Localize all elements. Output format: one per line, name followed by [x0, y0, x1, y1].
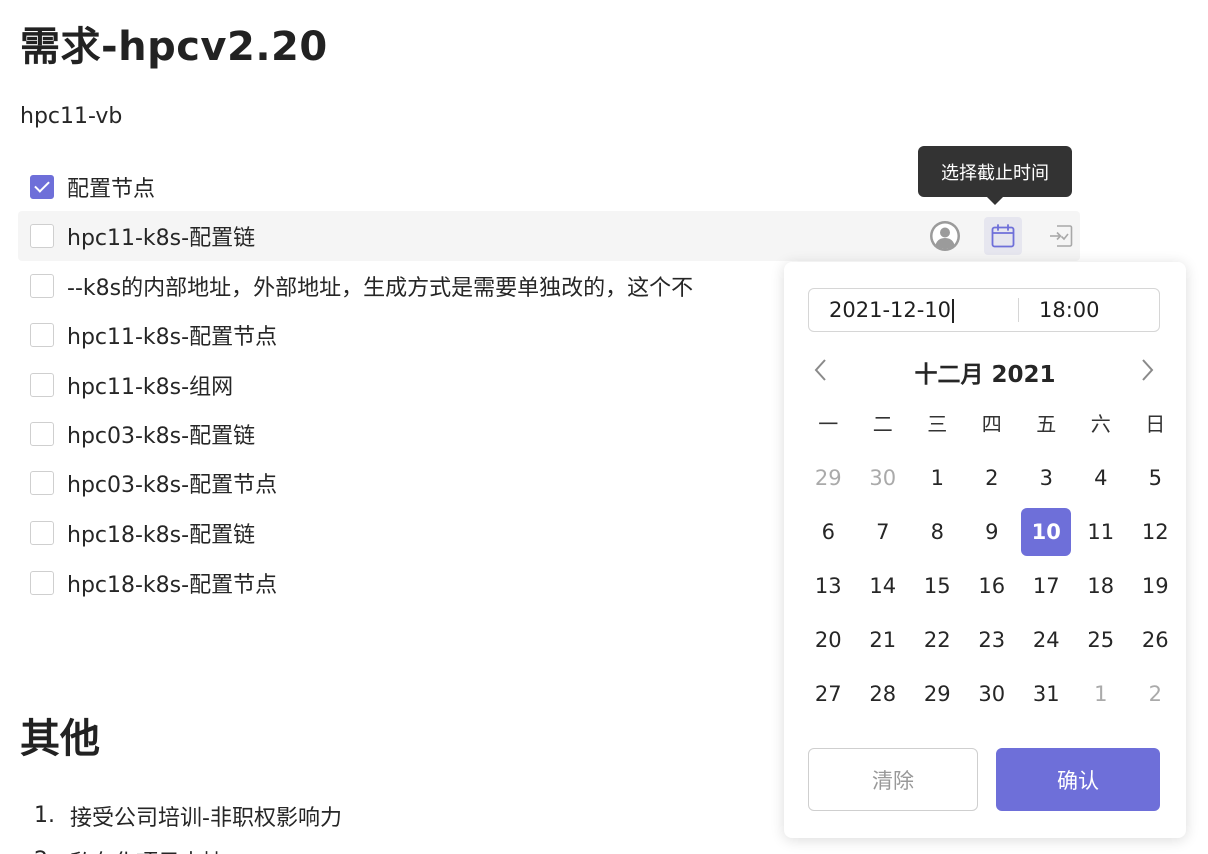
task-text: hpc11-k8s-组网 — [67, 375, 234, 400]
calendar-grid: 一二三四五六日 29 30 1 2 3 4 5 6 7 8 9 10 11 12 13 14 15 16 17 18 1… — [801, 397, 1183, 721]
date-input[interactable]: 2021-12-10 — [809, 298, 1019, 323]
list-text: 接受公司培训-非职权影响力 — [70, 805, 342, 831]
calendar-day[interactable]: 5 — [1128, 454, 1183, 502]
confirm-button[interactable]: 确认 — [996, 748, 1160, 811]
weekday-label: 三 — [927, 412, 948, 436]
calendar-week-row: 20 21 22 23 24 25 26 — [801, 613, 1183, 667]
list-item: 2. 私有化项目支持 — [34, 838, 342, 854]
weekday-label: 一 — [818, 412, 839, 436]
calendar-day[interactable]: 6 — [801, 508, 856, 556]
calendar-day[interactable]: 11 — [1074, 508, 1129, 556]
calendar-week-row: 27 28 29 30 31 1 2 — [801, 667, 1183, 721]
weekday-label: 四 — [981, 412, 1002, 436]
calendar-day-selected[interactable]: 10 — [1021, 508, 1072, 556]
calendar-day[interactable]: 4 — [1074, 454, 1129, 502]
weekday-label: 日 — [1145, 412, 1166, 436]
calendar-day[interactable]: 22 — [910, 616, 965, 664]
calendar-day[interactable]: 15 — [910, 562, 965, 610]
task-text: hpc18-k8s-配置链 — [67, 523, 256, 548]
clear-button[interactable]: 清除 — [808, 748, 978, 811]
task-checkbox[interactable] — [30, 373, 54, 397]
list-number: 2. — [34, 848, 70, 854]
calendar-day-outside-month[interactable]: 29 — [801, 454, 856, 502]
weekday-label: 二 — [872, 412, 893, 436]
datetime-input[interactable]: 2021-12-10 18:00 — [808, 288, 1160, 332]
task-checkbox[interactable] — [30, 521, 54, 545]
calendar-day[interactable]: 2 — [965, 454, 1020, 502]
task-text: 配置节点 — [67, 177, 156, 202]
task-checkbox[interactable] — [30, 274, 54, 298]
task-checkbox[interactable] — [30, 422, 54, 446]
calendar-day[interactable]: 16 — [965, 562, 1020, 610]
page-title: 需求-hpcv2.20 — [20, 24, 328, 70]
next-month-button[interactable] — [1134, 356, 1162, 384]
calendar-day[interactable]: 9 — [965, 508, 1020, 556]
month-title: 十二月 2021 — [914, 362, 1056, 388]
calendar-day-outside-month[interactable]: 2 — [1128, 670, 1183, 718]
task-checkbox-checked[interactable] — [30, 175, 54, 199]
weekday-label: 六 — [1090, 412, 1111, 436]
calendar-icon[interactable] — [984, 217, 1022, 255]
avatar-icon[interactable] — [926, 217, 964, 255]
task-text: hpc11-k8s-配置链 — [67, 226, 256, 251]
task-checkbox[interactable] — [30, 471, 54, 495]
time-input[interactable]: 18:00 — [1019, 298, 1100, 322]
calendar-day[interactable]: 17 — [1019, 562, 1074, 610]
calendar-day[interactable]: 19 — [1128, 562, 1183, 610]
ordered-list: 1. 接受公司培训-非职权影响力 2. 私有化项目支持 — [34, 793, 342, 854]
calendar-day[interactable]: 14 — [856, 562, 911, 610]
text-caret — [952, 299, 954, 323]
calendar-day[interactable]: 7 — [856, 508, 911, 556]
weekday-label: 五 — [1036, 412, 1057, 436]
task-text: hpc18-k8s-配置节点 — [67, 573, 278, 598]
calendar-day[interactable]: 25 — [1074, 616, 1129, 664]
calendar-day[interactable]: 3 — [1019, 454, 1074, 502]
list-text: 私有化项目支持 — [70, 845, 224, 854]
list-item: 1. 接受公司培训-非职权影响力 — [34, 793, 342, 838]
calendar-day[interactable]: 20 — [801, 616, 856, 664]
calendar-day[interactable]: 23 — [965, 616, 1020, 664]
task-checkbox[interactable] — [30, 224, 54, 248]
date-value: 2021-12-10 — [829, 298, 952, 322]
calendar-week-row: 29 30 1 2 3 4 5 — [801, 451, 1183, 505]
task-item-hovered[interactable]: hpc11-k8s-配置链 — [18, 211, 1080, 261]
task-checkbox[interactable] — [30, 323, 54, 347]
calendar-week-row: 6 7 8 9 10 11 12 — [801, 505, 1183, 559]
calendar-day[interactable]: 13 — [801, 562, 856, 610]
calendar-day[interactable]: 12 — [1128, 508, 1183, 556]
task-text: --k8s的内部地址，外部地址，生成方式是需要单独改的，这个不 — [67, 276, 694, 301]
calendar-day[interactable]: 26 — [1128, 616, 1183, 664]
calendar-day[interactable]: 30 — [965, 670, 1020, 718]
calendar-day[interactable]: 27 — [801, 670, 856, 718]
convert-icon[interactable] — [1042, 217, 1080, 255]
calendar-day[interactable]: 29 — [910, 670, 965, 718]
calendar-day[interactable]: 28 — [856, 670, 911, 718]
section-title: 其他 — [20, 716, 100, 762]
calendar-day[interactable]: 31 — [1019, 670, 1074, 718]
calendar-day-outside-month[interactable]: 1 — [1074, 670, 1129, 718]
calendar-week-row: 13 14 15 16 17 18 19 — [801, 559, 1183, 613]
paragraph-text: hpc11-vb — [20, 104, 123, 129]
list-number: 1. — [34, 803, 55, 828]
task-text: hpc11-k8s-配置节点 — [67, 325, 278, 350]
calendar-day[interactable]: 21 — [856, 616, 911, 664]
calendar-day[interactable]: 18 — [1074, 562, 1129, 610]
task-checkbox[interactable] — [30, 571, 54, 595]
calendar-day[interactable]: 24 — [1019, 616, 1074, 664]
calendar-day[interactable]: 8 — [910, 508, 965, 556]
date-picker-popover: 2021-12-10 18:00 十二月 2021 一二三四五六日 29 30 1 2… — [784, 262, 1186, 838]
chevron-right-icon — [1142, 359, 1154, 381]
weekday-header: 一二三四五六日 — [801, 397, 1183, 451]
task-text: hpc03-k8s-配置链 — [67, 424, 256, 449]
deadline-tooltip: 选择截止时间 — [918, 146, 1072, 205]
calendar-day-outside-month[interactable]: 30 — [856, 454, 911, 502]
task-text: hpc03-k8s-配置节点 — [67, 473, 278, 498]
calendar-day[interactable]: 1 — [910, 454, 965, 502]
task-actions — [906, 211, 1080, 261]
